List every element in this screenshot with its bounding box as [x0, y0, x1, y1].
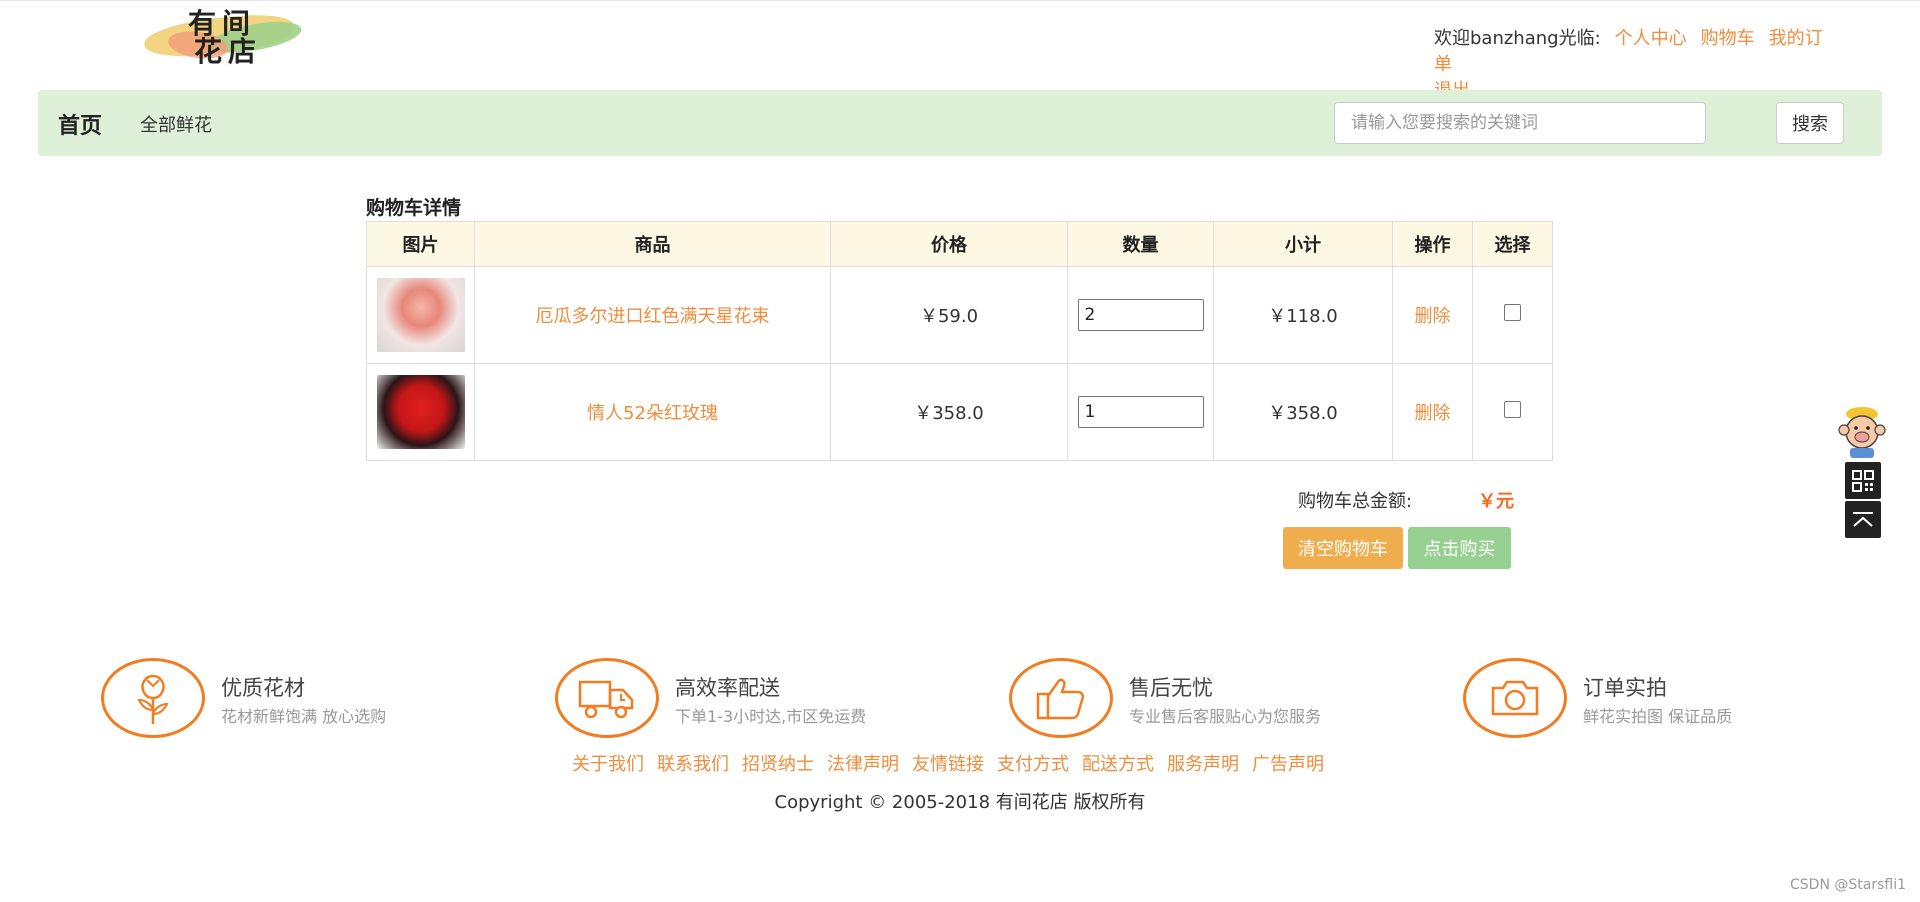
- delete-link[interactable]: 删除: [1415, 403, 1451, 424]
- cell-image: [366, 363, 475, 461]
- mascot-icon[interactable]: [1832, 404, 1892, 460]
- footer-link-legal[interactable]: 法律声明: [827, 754, 899, 775]
- cell-quantity: [1067, 363, 1214, 461]
- col-header-subtotal: 小计: [1213, 221, 1393, 267]
- search-button[interactable]: 搜索: [1776, 102, 1844, 144]
- cell-price: ￥59.0: [830, 266, 1068, 364]
- col-header-product: 商品: [474, 221, 831, 267]
- cell-subtotal: ￥358.0: [1213, 363, 1393, 461]
- cart-title: 购物车详情: [366, 197, 462, 219]
- col-header-price: 价格: [830, 221, 1068, 267]
- cell-product: 厄瓜多尔进口红色满天星花束: [474, 266, 831, 364]
- welcome-text: 欢迎banzhang光临:: [1434, 28, 1601, 49]
- footer-link-delivery[interactable]: 配送方式: [1082, 754, 1154, 775]
- truck-icon: [555, 658, 659, 738]
- link-profile[interactable]: 个人中心: [1615, 28, 1687, 49]
- watermark-text: CSDN @Starsfli1: [1790, 877, 1906, 893]
- cart-total-value: ￥元: [1478, 491, 1514, 512]
- select-checkbox[interactable]: [1504, 401, 1521, 418]
- cell-select: [1472, 363, 1553, 461]
- flower-icon: [101, 658, 205, 738]
- footer-link-jobs[interactable]: 招贤纳士: [742, 754, 814, 775]
- cart-total-label: 购物车总金额:: [1298, 491, 1413, 512]
- col-header-quantity: 数量: [1067, 221, 1214, 267]
- buy-button[interactable]: 点击购买: [1408, 527, 1511, 569]
- cell-subtotal: ￥118.0: [1213, 266, 1393, 364]
- shop-logo[interactable]: 有间 花店: [140, 2, 310, 68]
- product-image[interactable]: [376, 375, 465, 449]
- product-name-link[interactable]: 厄瓜多尔进口红色满天星花束: [536, 306, 770, 327]
- copyright-text: Copyright © 2005-2018 有间花店 版权所有: [774, 792, 1146, 813]
- select-checkbox[interactable]: [1504, 304, 1521, 321]
- cell-action: 删除: [1392, 363, 1473, 461]
- feature-desc: 花材新鲜饱满 放心选购: [221, 707, 387, 726]
- cell-quantity: [1067, 266, 1214, 364]
- feature-title: 高效率配送: [675, 676, 780, 700]
- thumbs-up-icon: [1009, 658, 1113, 738]
- footer-link-contact[interactable]: 联系我们: [657, 754, 729, 775]
- footer-link-ads[interactable]: 广告声明: [1252, 754, 1324, 775]
- cell-image: [366, 266, 475, 364]
- top-border: [0, 0, 1920, 1]
- table-row: 情人52朵红玫瑰 ￥358.0 ￥358.0 删除: [366, 363, 1553, 461]
- search-input[interactable]: [1334, 102, 1706, 144]
- camera-icon: [1463, 658, 1567, 738]
- table-header-row: 图片 商品 价格 数量 小计 操作 选择: [366, 221, 1553, 267]
- quantity-input[interactable]: [1077, 299, 1204, 331]
- footer-link-friends[interactable]: 友情链接: [912, 754, 984, 775]
- cell-action: 删除: [1392, 266, 1473, 364]
- link-cart[interactable]: 购物车: [1701, 28, 1755, 49]
- clear-cart-button[interactable]: 清空购物车: [1283, 527, 1403, 569]
- cart-table: 图片 商品 价格 数量 小计 操作 选择 厄瓜多尔进口红色满天星花束 ￥59.0…: [366, 221, 1553, 461]
- feature-title: 优质花材: [221, 676, 305, 700]
- logo-text-line2: 花店: [194, 35, 263, 68]
- quantity-input[interactable]: [1077, 396, 1204, 428]
- footer-links: 关于我们 联系我们 招贤纳士 法律声明 友情链接 支付方式 配送方式 服务声明 广告声明: [572, 750, 1337, 776]
- nav-all-flowers[interactable]: 全部鲜花: [140, 111, 212, 137]
- footer-link-service[interactable]: 服务声明: [1167, 754, 1239, 775]
- main-nav: 首页 全部鲜花 搜索: [38, 90, 1882, 156]
- cell-product: 情人52朵红玫瑰: [474, 363, 831, 461]
- col-header-select: 选择: [1472, 221, 1553, 267]
- delete-link[interactable]: 删除: [1415, 306, 1451, 327]
- col-header-action: 操作: [1392, 221, 1473, 267]
- footer-link-about[interactable]: 关于我们: [572, 754, 644, 775]
- col-header-image: 图片: [366, 221, 475, 267]
- feature-desc: 下单1-3小时达,市区免运费: [675, 707, 867, 726]
- back-to-top-icon[interactable]: [1845, 501, 1881, 538]
- feature-title: 售后无忧: [1129, 676, 1213, 700]
- feature-desc: 专业售后客服贴心为您服务: [1129, 707, 1322, 726]
- footer-link-payment[interactable]: 支付方式: [997, 754, 1069, 775]
- nav-home[interactable]: 首页: [58, 108, 102, 140]
- cell-select: [1472, 266, 1553, 364]
- product-image[interactable]: [376, 278, 465, 352]
- cell-price: ￥358.0: [830, 363, 1068, 461]
- product-name-link[interactable]: 情人52朵红玫瑰: [587, 403, 718, 424]
- table-row: 厄瓜多尔进口红色满天星花束 ￥59.0 ￥118.0 删除: [366, 266, 1553, 364]
- feature-title: 订单实拍: [1583, 676, 1667, 700]
- qr-code-icon[interactable]: [1845, 462, 1881, 499]
- feature-desc: 鲜花实拍图 保证品质: [1583, 707, 1733, 726]
